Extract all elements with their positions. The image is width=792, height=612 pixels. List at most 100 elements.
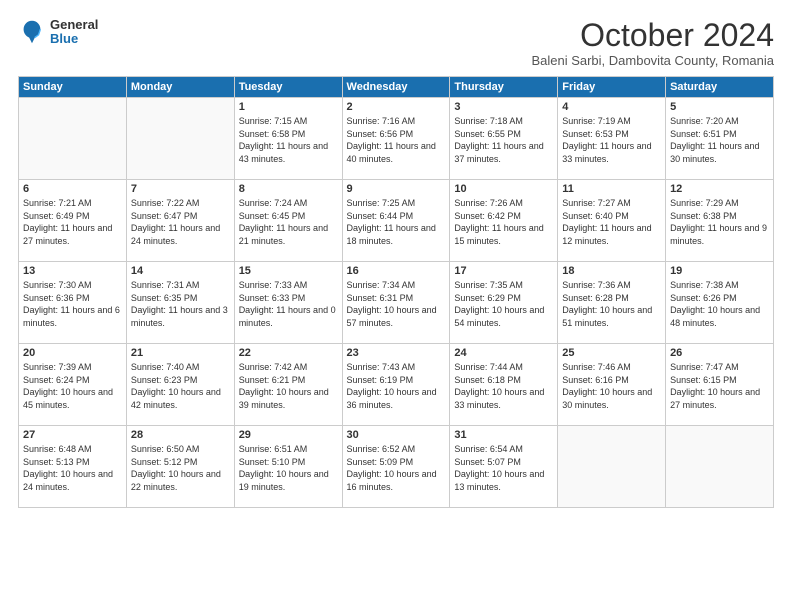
day-number: 2 — [347, 101, 446, 113]
calendar-cell — [19, 98, 127, 180]
day-number: 20 — [23, 347, 122, 359]
day-number: 13 — [23, 265, 122, 277]
calendar-cell: 17 Sunrise: 7:35 AMSunset: 6:29 PMDayligh… — [450, 262, 558, 344]
column-header-thursday: Thursday — [450, 77, 558, 98]
month-title: October 2024 — [531, 18, 774, 53]
day-info: Sunrise: 7:36 AMSunset: 6:28 PMDaylight:… — [562, 279, 661, 329]
calendar-week-5: 27 Sunrise: 6:48 AMSunset: 5:13 PMDayligh… — [19, 426, 774, 508]
day-number: 28 — [131, 429, 230, 441]
calendar-week-2: 6 Sunrise: 7:21 AMSunset: 6:49 PMDaylight… — [19, 180, 774, 262]
day-number: 15 — [239, 265, 338, 277]
calendar-cell: 25Sunrise: 7:46 AMSunset: 6:16 PMDayligh… — [558, 344, 666, 426]
calendar-cell — [666, 426, 774, 508]
day-info: Sunrise: 7:18 AMSunset: 6:55 PMDaylight:… — [454, 115, 553, 165]
calendar-cell — [126, 98, 234, 180]
calendar-cell: 11Sunrise: 7:27 AMSunset: 6:40 PMDayligh… — [558, 180, 666, 262]
column-header-saturday: Saturday — [666, 77, 774, 98]
day-info: Sunrise: 7:31 AMSunset: 6:35 PMDaylight:… — [131, 279, 230, 329]
day-number: 14 — [131, 265, 230, 277]
day-number: 8 — [239, 183, 338, 195]
day-number: 19 — [670, 265, 769, 277]
day-number: 23 — [347, 347, 446, 359]
day-number: 18 — [562, 265, 661, 277]
calendar-cell: 13Sunrise: 7:30 AMSunset: 6:36 PMDayligh… — [19, 262, 127, 344]
day-number: 29 — [239, 429, 338, 441]
day-info: Sunrise: 7:16 AMSunset: 6:56 PMDaylight:… — [347, 115, 446, 165]
calendar-cell: 2 Sunrise: 7:16 AMSunset: 6:56 PMDaylight… — [342, 98, 450, 180]
day-number: 6 — [23, 183, 122, 195]
column-header-wednesday: Wednesday — [342, 77, 450, 98]
calendar-cell: 30 Sunrise: 6:52 AMSunset: 5:09 PMDayligh… — [342, 426, 450, 508]
day-info: Sunrise: 7:34 AMSunset: 6:31 PMDaylight:… — [347, 279, 446, 329]
logo: General Blue — [18, 18, 98, 47]
calendar-cell: 4 Sunrise: 7:19 AMSunset: 6:53 PMDaylight… — [558, 98, 666, 180]
column-header-monday: Monday — [126, 77, 234, 98]
calendar-cell: 20Sunrise: 7:39 AMSunset: 6:24 PMDayligh… — [19, 344, 127, 426]
day-number: 30 — [347, 429, 446, 441]
day-info: Sunrise: 7:42 AMSunset: 6:21 PMDaylight:… — [239, 361, 338, 411]
day-number: 1 — [239, 101, 338, 113]
calendar-week-4: 20Sunrise: 7:39 AMSunset: 6:24 PMDayligh… — [19, 344, 774, 426]
day-info: Sunrise: 7:26 AMSunset: 6:42 PMDaylight:… — [454, 197, 553, 247]
day-number: 7 — [131, 183, 230, 195]
day-info: Sunrise: 6:50 AMSunset: 5:12 PMDaylight:… — [131, 443, 230, 493]
calendar-cell — [558, 426, 666, 508]
calendar-cell: 16 Sunrise: 7:34 AMSunset: 6:31 PMDayligh… — [342, 262, 450, 344]
day-info: Sunrise: 7:20 AMSunset: 6:51 PMDaylight:… — [670, 115, 769, 165]
subtitle: Baleni Sarbi, Dambovita County, Romania — [531, 53, 774, 68]
calendar-week-3: 13Sunrise: 7:30 AMSunset: 6:36 PMDayligh… — [19, 262, 774, 344]
day-info: Sunrise: 7:38 AMSunset: 6:26 PMDaylight:… — [670, 279, 769, 329]
calendar-cell: 9 Sunrise: 7:25 AMSunset: 6:44 PMDaylight… — [342, 180, 450, 262]
day-info: Sunrise: 6:52 AMSunset: 5:09 PMDaylight:… — [347, 443, 446, 493]
calendar-cell: 29 Sunrise: 6:51 AMSunset: 5:10 PMDayligh… — [234, 426, 342, 508]
day-number: 9 — [347, 183, 446, 195]
calendar-cell: 31 Sunrise: 6:54 AMSunset: 5:07 PMDayligh… — [450, 426, 558, 508]
calendar-header-row: SundayMondayTuesdayWednesdayThursdayFrid… — [19, 77, 774, 98]
calendar-cell: 27 Sunrise: 6:48 AMSunset: 5:13 PMDayligh… — [19, 426, 127, 508]
day-number: 21 — [131, 347, 230, 359]
day-info: Sunrise: 7:15 AMSunset: 6:58 PMDaylight:… — [239, 115, 338, 165]
calendar-cell: 7 Sunrise: 7:22 AMSunset: 6:47 PMDaylight… — [126, 180, 234, 262]
calendar-cell: 10Sunrise: 7:26 AMSunset: 6:42 PMDayligh… — [450, 180, 558, 262]
day-info: Sunrise: 7:25 AMSunset: 6:44 PMDaylight:… — [347, 197, 446, 247]
calendar-cell: 22 Sunrise: 7:42 AMSunset: 6:21 PMDayligh… — [234, 344, 342, 426]
day-info: Sunrise: 7:46 AMSunset: 6:16 PMDaylight:… — [562, 361, 661, 411]
logo-icon — [18, 18, 46, 46]
day-number: 16 — [347, 265, 446, 277]
day-info: Sunrise: 7:19 AMSunset: 6:53 PMDaylight:… — [562, 115, 661, 165]
day-number: 4 — [562, 101, 661, 113]
day-number: 26 — [670, 347, 769, 359]
calendar-week-1: 1 Sunrise: 7:15 AMSunset: 6:58 PMDaylight… — [19, 98, 774, 180]
calendar-cell: 1 Sunrise: 7:15 AMSunset: 6:58 PMDaylight… — [234, 98, 342, 180]
day-info: Sunrise: 7:24 AMSunset: 6:45 PMDaylight:… — [239, 197, 338, 247]
day-info: Sunrise: 7:22 AMSunset: 6:47 PMDaylight:… — [131, 197, 230, 247]
day-number: 12 — [670, 183, 769, 195]
day-number: 17 — [454, 265, 553, 277]
day-number: 3 — [454, 101, 553, 113]
calendar-cell: 24Sunrise: 7:44 AMSunset: 6:18 PMDayligh… — [450, 344, 558, 426]
title-area: October 2024 Baleni Sarbi, Dambovita Cou… — [531, 18, 774, 68]
logo-general-text: General — [50, 18, 98, 32]
day-info: Sunrise: 7:27 AMSunset: 6:40 PMDaylight:… — [562, 197, 661, 247]
calendar-table: SundayMondayTuesdayWednesdayThursdayFrid… — [18, 76, 774, 508]
calendar-cell: 19 Sunrise: 7:38 AMSunset: 6:26 PMDayligh… — [666, 262, 774, 344]
calendar-cell: 6 Sunrise: 7:21 AMSunset: 6:49 PMDaylight… — [19, 180, 127, 262]
day-info: Sunrise: 6:48 AMSunset: 5:13 PMDaylight:… — [23, 443, 122, 493]
calendar-cell: 5Sunrise: 7:20 AMSunset: 6:51 PMDaylight… — [666, 98, 774, 180]
day-info: Sunrise: 6:54 AMSunset: 5:07 PMDaylight:… — [454, 443, 553, 493]
day-number: 27 — [23, 429, 122, 441]
column-header-sunday: Sunday — [19, 77, 127, 98]
page: General Blue October 2024 Baleni Sarbi, … — [0, 0, 792, 612]
calendar-cell: 8 Sunrise: 7:24 AMSunset: 6:45 PMDaylight… — [234, 180, 342, 262]
header: General Blue October 2024 Baleni Sarbi, … — [18, 18, 774, 68]
day-info: Sunrise: 6:51 AMSunset: 5:10 PMDaylight:… — [239, 443, 338, 493]
calendar-cell: 21Sunrise: 7:40 AMSunset: 6:23 PMDayligh… — [126, 344, 234, 426]
day-info: Sunrise: 7:35 AMSunset: 6:29 PMDaylight:… — [454, 279, 553, 329]
day-info: Sunrise: 7:21 AMSunset: 6:49 PMDaylight:… — [23, 197, 122, 247]
day-info: Sunrise: 7:43 AMSunset: 6:19 PMDaylight:… — [347, 361, 446, 411]
day-info: Sunrise: 7:29 AMSunset: 6:38 PMDaylight:… — [670, 197, 769, 247]
day-number: 31 — [454, 429, 553, 441]
day-number: 24 — [454, 347, 553, 359]
calendar-cell: 14 Sunrise: 7:31 AMSunset: 6:35 PMDayligh… — [126, 262, 234, 344]
day-number: 22 — [239, 347, 338, 359]
